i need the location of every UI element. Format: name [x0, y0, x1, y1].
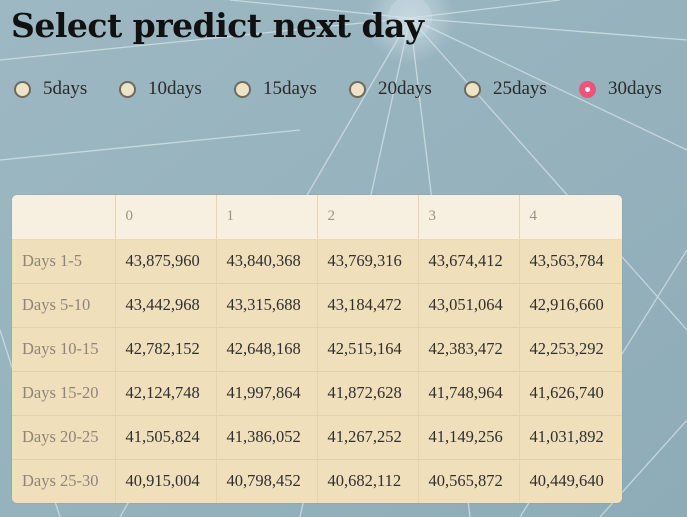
table-cell: 41,505,824	[115, 415, 217, 460]
radio-option-20days[interactable]: 20days	[349, 76, 432, 102]
prediction-table-container: 0 1 2 3 4 Days 1-5 43,875,960 43,840,368…	[12, 195, 622, 503]
table-cell: 41,386,052	[216, 415, 318, 460]
radio-circle-icon[interactable]	[349, 80, 366, 98]
table-cell: 43,840,368	[216, 239, 318, 284]
table-cell: 43,184,472	[317, 283, 419, 328]
table-cell: 40,798,452	[216, 459, 318, 503]
page-title: Select predict next day	[11, 6, 424, 45]
table-cell: 40,565,872	[418, 459, 520, 503]
radio-option-5days[interactable]: 5days	[14, 76, 87, 102]
radio-circle-selected-icon[interactable]	[579, 80, 596, 98]
table-cell: 41,626,740	[519, 371, 622, 416]
row-label: Days 1-5	[12, 239, 116, 284]
column-header[interactable]: 0	[115, 195, 217, 240]
table-cell: 43,769,316	[317, 239, 419, 284]
radio-option-10days[interactable]: 10days	[119, 76, 202, 102]
table-cell: 43,674,412	[418, 239, 520, 284]
radio-label[interactable]: 10days	[148, 78, 202, 100]
table-cell: 41,031,892	[519, 415, 622, 460]
row-label: Days 10-15	[12, 327, 116, 372]
table-cell: 40,682,112	[317, 459, 419, 503]
radio-label[interactable]: 15days	[263, 78, 317, 100]
row-label: Days 20-25	[12, 415, 116, 460]
radio-option-30days[interactable]: 30days	[579, 76, 662, 102]
table-cell: 43,442,968	[115, 283, 217, 328]
radio-label[interactable]: 30days	[608, 78, 662, 100]
column-header[interactable]: 3	[418, 195, 520, 240]
prediction-table: 0 1 2 3 4 Days 1-5 43,875,960 43,840,368…	[12, 195, 622, 503]
table-cell: 42,916,660	[519, 283, 622, 328]
table-cell: 42,383,472	[418, 327, 520, 372]
table-cell: 43,315,688	[216, 283, 318, 328]
table-cell: 42,253,292	[519, 327, 622, 372]
table-row: Days 25-30 40,915,004 40,798,452 40,682,…	[12, 459, 622, 503]
table-row: Days 10-15 42,782,152 42,648,168 42,515,…	[12, 327, 622, 372]
radio-circle-icon[interactable]	[464, 80, 481, 98]
table-cell: 42,648,168	[216, 327, 318, 372]
column-header[interactable]: 2	[317, 195, 419, 240]
table-cell: 41,872,628	[317, 371, 419, 416]
table-cell: 40,449,640	[519, 459, 622, 503]
table-row: Days 20-25 41,505,824 41,386,052 41,267,…	[12, 415, 622, 460]
table-cell: 43,875,960	[115, 239, 217, 284]
radio-circle-icon[interactable]	[119, 80, 136, 98]
radio-option-25days[interactable]: 25days	[464, 76, 547, 102]
table-cell: 42,782,152	[115, 327, 217, 372]
table-header-row: 0 1 2 3 4	[12, 195, 622, 240]
radio-label[interactable]: 5days	[43, 78, 87, 100]
table-row: Days 5-10 43,442,968 43,315,688 43,184,4…	[12, 283, 622, 328]
table-cell: 41,997,864	[216, 371, 318, 416]
row-label: Days 5-10	[12, 283, 116, 328]
table-cell: 42,515,164	[317, 327, 419, 372]
radio-option-15days[interactable]: 15days	[234, 76, 317, 102]
table-cell: 43,563,784	[519, 239, 622, 284]
row-label: Days 15-20	[12, 371, 116, 416]
column-header-index	[12, 195, 116, 240]
table-row: Days 1-5 43,875,960 43,840,368 43,769,31…	[12, 239, 622, 284]
table-row: Days 15-20 42,124,748 41,997,864 41,872,…	[12, 371, 622, 416]
table-cell: 41,149,256	[418, 415, 520, 460]
radio-label[interactable]: 20days	[378, 78, 432, 100]
radio-label[interactable]: 25days	[493, 78, 547, 100]
predict-days-radio-group: 5days 10days 15days 20days 25days 30days	[14, 76, 684, 102]
table-cell: 43,051,064	[418, 283, 520, 328]
column-header[interactable]: 1	[216, 195, 318, 240]
row-label: Days 25-30	[12, 459, 116, 503]
table-cell: 40,915,004	[115, 459, 217, 503]
table-cell: 41,748,964	[418, 371, 520, 416]
column-header[interactable]: 4	[519, 195, 622, 240]
radio-circle-icon[interactable]	[234, 80, 251, 98]
table-cell: 41,267,252	[317, 415, 419, 460]
radio-circle-icon[interactable]	[14, 80, 31, 98]
table-cell: 42,124,748	[115, 371, 217, 416]
